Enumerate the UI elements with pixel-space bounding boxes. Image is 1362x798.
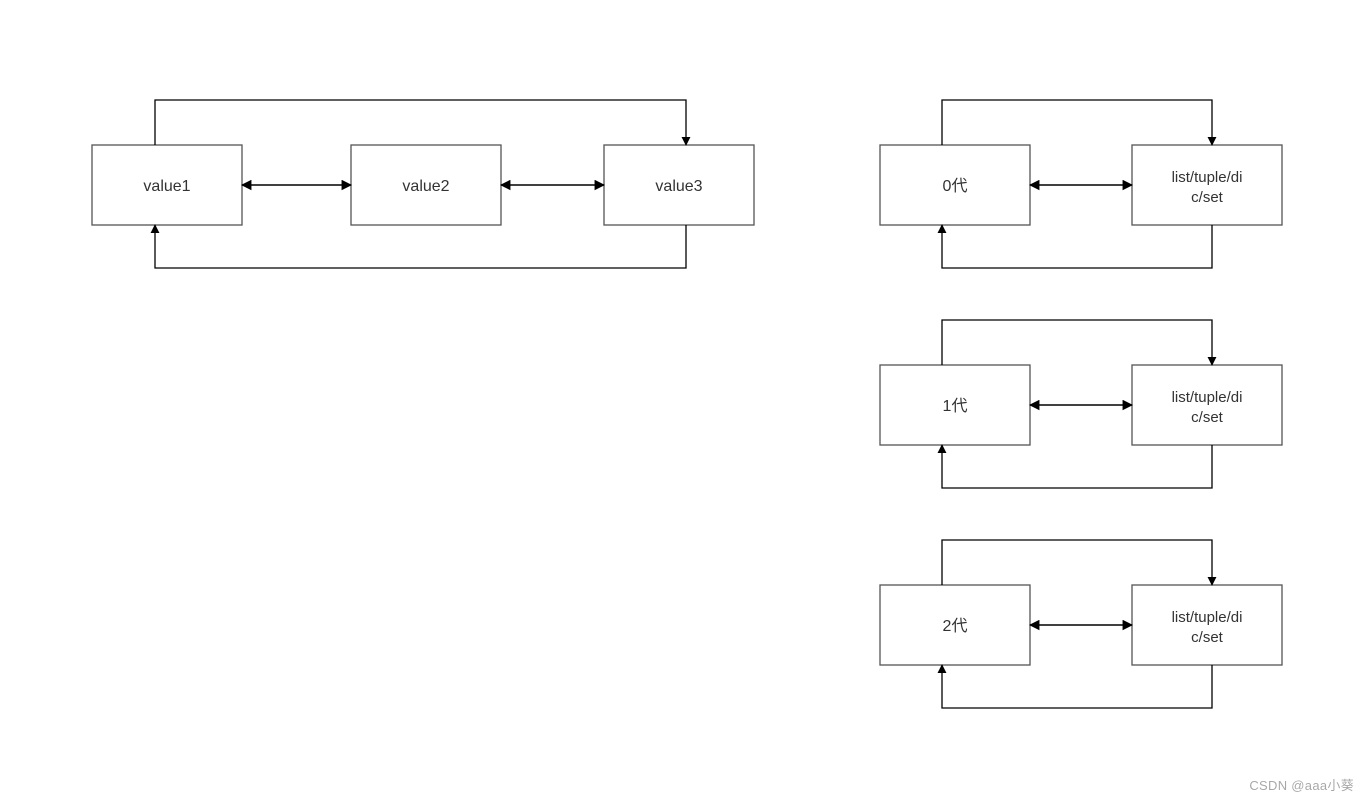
left-box-3-label: value3 [655, 178, 702, 195]
diagram-canvas: value1 value2 value3 0代 list/tuple/di c/… [0, 0, 1362, 798]
right-diagram-0: 0代 list/tuple/di c/set [880, 100, 1282, 268]
left-loop-top [155, 100, 686, 145]
right-diagram-2: 2代 list/tuple/di c/set [880, 540, 1282, 708]
right-0-loop-top [942, 100, 1212, 145]
right-0-left-label: 0代 [943, 177, 968, 195]
right-2-loop-top [942, 540, 1212, 585]
watermark: CSDN @aaa小葵 [1249, 775, 1354, 794]
right-1-right-label-line1: list/tuple/di [1172, 389, 1243, 406]
right-0-right-label-line1: list/tuple/di [1172, 169, 1243, 186]
right-0-right-label-line2: c/set [1191, 189, 1224, 206]
right-1-left-label: 1代 [943, 397, 968, 415]
right-diagram-1: 1代 list/tuple/di c/set [880, 320, 1282, 488]
right-1-loop-bottom [942, 445, 1212, 488]
right-1-right-label-line2: c/set [1191, 409, 1224, 426]
right-2-loop-bottom [942, 665, 1212, 708]
left-diagram: value1 value2 value3 [92, 100, 754, 268]
right-0-loop-bottom [942, 225, 1212, 268]
right-1-loop-top [942, 320, 1212, 365]
left-box-1-label: value1 [143, 178, 190, 195]
right-2-right-label-line1: list/tuple/di [1172, 609, 1243, 626]
right-2-right-label-line2: c/set [1191, 629, 1224, 646]
left-loop-bottom [155, 225, 686, 268]
right-2-left-label: 2代 [943, 617, 968, 635]
left-box-2-label: value2 [402, 178, 449, 195]
